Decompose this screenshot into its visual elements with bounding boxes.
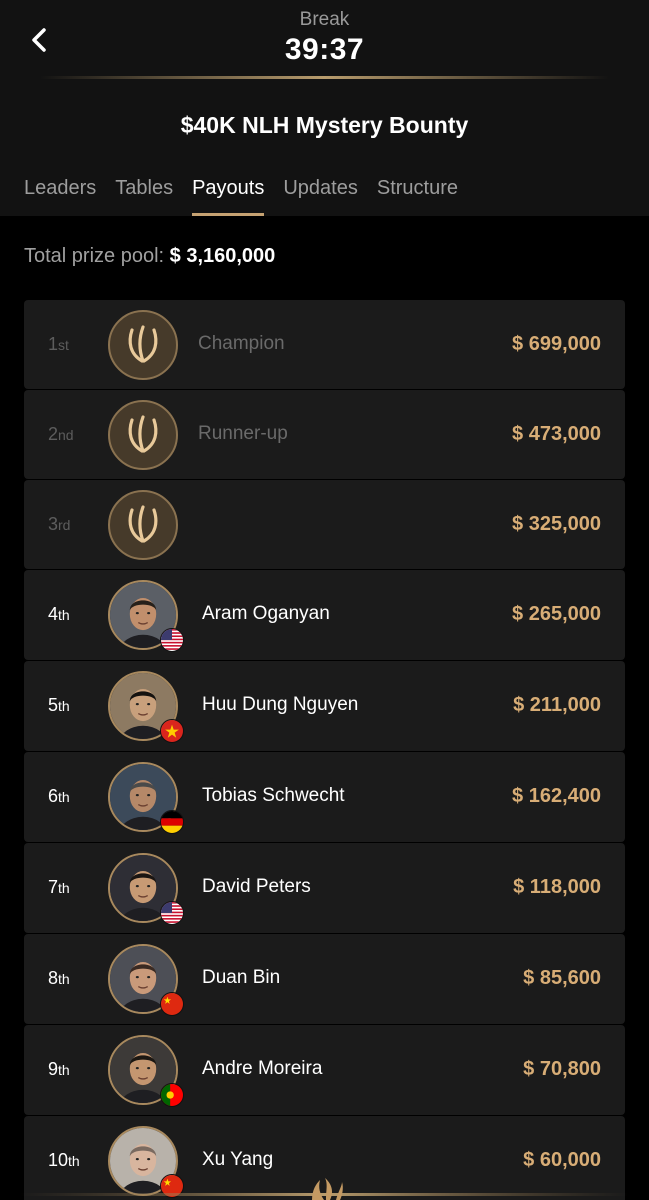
rank-number: 7: [48, 877, 59, 897]
rank-suffix: th: [58, 880, 70, 896]
tab-tables[interactable]: Tables: [115, 172, 173, 216]
player-avatar: [108, 1035, 184, 1107]
payout-row[interactable]: 6th Tobias Schwecht $ 162,400: [24, 752, 625, 842]
rank-suffix: st: [58, 336, 69, 353]
payout-amount: $ 118,000: [513, 876, 601, 898]
germany-flag-icon: [160, 810, 184, 834]
payout-row[interactable]: 5th Huu Dung Nguyen $ 211,000: [24, 661, 625, 751]
triton-logo-icon: [20, 1178, 629, 1200]
player-name: Duan Bin: [202, 967, 281, 988]
payout-amount: $ 473,000: [512, 422, 601, 445]
payout-amount: $ 70,800: [523, 1058, 601, 1080]
us-flag-icon: [160, 628, 184, 652]
player-name: Huu Dung Nguyen: [202, 694, 359, 715]
rank-suffix: rd: [58, 516, 71, 533]
payout-row[interactable]: 8th Duan Bin $ 85,600: [24, 934, 625, 1024]
player-name: Champion: [198, 332, 285, 354]
player-avatar: [108, 580, 184, 652]
tab-updates[interactable]: Updates: [283, 172, 358, 216]
tab-bar: Leaders Tables Payouts Updates Structure: [24, 172, 458, 216]
rank-suffix: nd: [58, 426, 74, 443]
payout-row[interactable]: 1st Champion $ 699,000: [24, 300, 625, 389]
us-flag-icon: [160, 901, 184, 925]
payout-list: 1st Champion $ 699,000 2nd Runner-up $ 473,00…: [24, 300, 625, 1200]
player-avatar: [108, 853, 184, 925]
triton-logo-icon: [108, 309, 178, 380]
payout-row[interactable]: 4th Aram Oganyan $ 265,000: [24, 570, 625, 660]
rank-number: 5: [48, 695, 59, 715]
payout-rank: 1st: [48, 334, 69, 355]
player-name: David Peters: [202, 876, 311, 897]
header-divider: [40, 76, 609, 79]
triton-logo-icon: [108, 399, 178, 470]
tournament-status: Break: [299, 9, 350, 30]
vietnam-flag-icon: [160, 719, 184, 743]
payout-rank: 3rd: [48, 514, 70, 535]
page-title: $40K NLH Mystery Bounty: [180, 112, 469, 138]
payout-rank: 7th: [48, 877, 70, 898]
payout-row[interactable]: 2nd Runner-up $ 473,000: [24, 390, 625, 479]
payout-rank: 2nd: [48, 424, 74, 445]
china-flag-icon: [160, 992, 184, 1016]
payout-row[interactable]: 3rd $ 325,000: [24, 480, 625, 569]
payout-amount: $ 162,400: [512, 785, 601, 807]
payout-rank: 9th: [48, 1059, 70, 1080]
rank-number: 10: [48, 1150, 69, 1170]
payout-amount: $ 211,000: [513, 694, 601, 716]
player-name: Runner-up: [198, 422, 288, 444]
rank-suffix: th: [58, 698, 70, 714]
payout-amount: $ 325,000: [512, 512, 601, 535]
player-avatar: [108, 489, 178, 560]
rank-number: 3: [48, 513, 59, 534]
payout-row[interactable]: 7th David Peters $ 118,000: [24, 843, 625, 933]
player-avatar: [108, 309, 178, 380]
rank-number: 8: [48, 968, 59, 988]
prize-pool-amount: $ 3,160,000: [169, 245, 276, 267]
tab-leaders[interactable]: Leaders: [24, 172, 96, 216]
rank-number: 2: [48, 423, 59, 444]
rank-number: 4: [48, 604, 59, 624]
rank-suffix: th: [58, 789, 70, 805]
player-name: Aram Oganyan: [202, 603, 330, 624]
rank-suffix: th: [58, 607, 70, 623]
rank-suffix: th: [58, 1062, 70, 1078]
payout-row[interactable]: 9th Andre Moreira $ 70,800: [24, 1025, 625, 1115]
total-prize-pool: Total prize pool: $ 3,160,000: [24, 245, 275, 268]
payout-amount: $ 60,000: [523, 1149, 601, 1171]
player-avatar: [108, 671, 184, 743]
rank-suffix: th: [68, 1153, 80, 1169]
payout-rank: 4th: [48, 604, 70, 625]
tab-payouts[interactable]: Payouts: [192, 172, 265, 216]
player-avatar: [108, 762, 184, 834]
prize-pool-label: Total prize pool:: [24, 245, 165, 267]
player-name: Andre Moreira: [202, 1058, 323, 1079]
payout-rank: 6th: [48, 786, 70, 807]
rank-number: 9: [48, 1059, 59, 1079]
payout-rank: 5th: [48, 695, 70, 716]
player-name: Xu Yang: [202, 1149, 274, 1170]
rank-number: 6: [48, 786, 59, 806]
rank-suffix: th: [58, 971, 70, 987]
payout-rank: 8th: [48, 968, 70, 989]
rank-number: 1: [48, 333, 59, 354]
payout-rank: 10th: [48, 1150, 80, 1171]
payout-amount: $ 699,000: [512, 332, 601, 355]
app-header: Break 39:37 $40K NLH Mystery Bounty Lead…: [0, 0, 649, 216]
portugal-flag-icon: [160, 1083, 184, 1107]
break-timer: 39:37: [284, 33, 365, 66]
triton-logo-icon: [108, 489, 178, 560]
player-avatar: [108, 399, 178, 470]
payout-amount: $ 85,600: [523, 967, 601, 989]
payout-amount: $ 265,000: [512, 603, 601, 625]
player-avatar: [108, 944, 184, 1016]
player-name: Tobias Schwecht: [202, 785, 345, 806]
tab-structure[interactable]: Structure: [377, 172, 458, 216]
